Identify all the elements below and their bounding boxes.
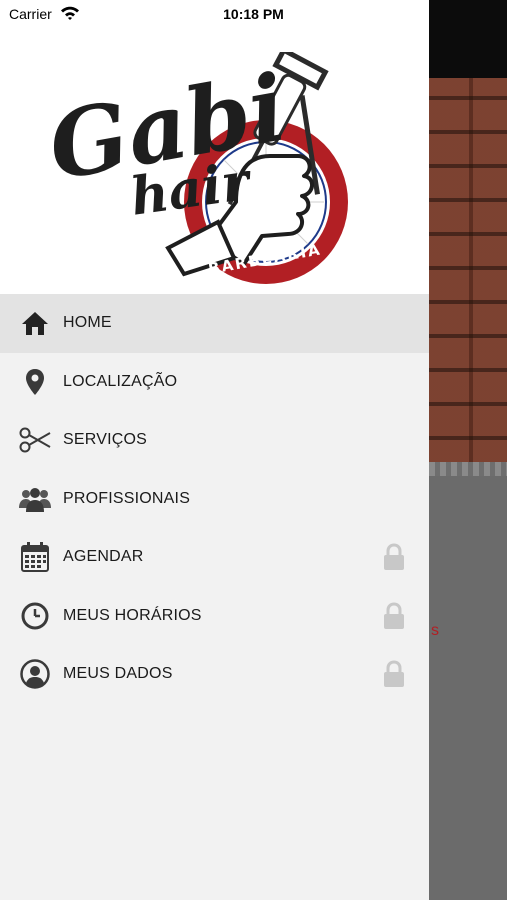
menu-item-agendar[interactable]: AGENDAR bbox=[0, 528, 429, 587]
menu-label-meus-dados: MEUS DADOS bbox=[63, 665, 173, 683]
gabi-hair-logo: Gabi hair BARBEARIA bbox=[48, 52, 348, 284]
users-icon bbox=[19, 483, 51, 515]
menu-label-profissionais: PROFISSIONAIS bbox=[63, 489, 191, 507]
menu-label-meus-horarios: MEUS HORÁRIOS bbox=[63, 606, 202, 624]
map-pin-icon bbox=[19, 366, 51, 398]
menu-item-servicos[interactable]: SERVIÇOS bbox=[0, 411, 429, 470]
clock-icon bbox=[19, 600, 51, 632]
lock-icon bbox=[384, 543, 404, 571]
user-circle-icon bbox=[19, 658, 51, 690]
scissors-icon bbox=[19, 424, 51, 456]
menu-label-home: HOME bbox=[63, 314, 112, 332]
drawer-menu: HOME LOCALIZAÇÃO SERVIÇOS PROFISSIONAIS … bbox=[0, 294, 429, 704]
menu-label-servicos: SERVIÇOS bbox=[63, 431, 147, 449]
status-time: 10:18 PM bbox=[223, 6, 284, 22]
calendar-icon bbox=[19, 541, 51, 573]
side-drawer: Gabi hair BARBEARIA HOME LOCALIZAÇÃO SER… bbox=[0, 0, 429, 900]
lock-icon bbox=[384, 602, 404, 629]
menu-label-agendar: AGENDAR bbox=[63, 548, 144, 566]
menu-item-profissionais[interactable]: PROFISSIONAIS bbox=[0, 470, 429, 529]
lock-icon bbox=[384, 660, 404, 688]
status-bar: Carrier 10:18 PM bbox=[0, 0, 507, 28]
background-lower-panel bbox=[429, 476, 507, 900]
menu-label-localizacao: LOCALIZAÇÃO bbox=[63, 372, 178, 390]
background-partial-text: s bbox=[431, 622, 439, 639]
background-torn-edge bbox=[429, 462, 507, 476]
background-brick-image bbox=[429, 78, 507, 470]
menu-item-home[interactable]: HOME bbox=[0, 294, 429, 353]
menu-item-meus-dados[interactable]: MEUS DADOS bbox=[0, 645, 429, 704]
menu-item-localizacao[interactable]: LOCALIZAÇÃO bbox=[0, 353, 429, 412]
menu-item-meus-horarios[interactable]: MEUS HORÁRIOS bbox=[0, 587, 429, 646]
home-icon bbox=[19, 307, 51, 339]
